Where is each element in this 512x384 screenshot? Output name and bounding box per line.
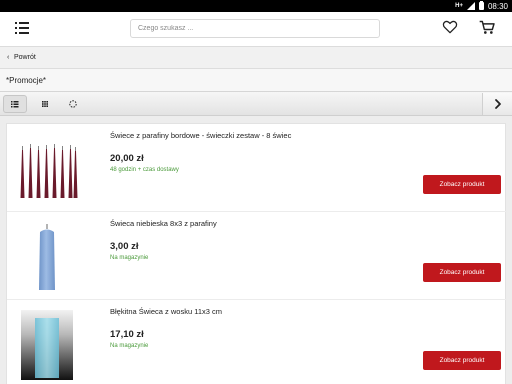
list-view-button[interactable] [3, 95, 27, 113]
cart-icon [479, 20, 495, 34]
network-type: H+ [455, 3, 463, 9]
view-product-button[interactable]: Zobacz produkt [423, 263, 501, 282]
category-header: *Promocje* [0, 69, 512, 91]
product-image [39, 224, 55, 290]
refresh-button[interactable] [61, 95, 85, 113]
list-view-icon [11, 101, 19, 108]
page-title: *Promocje* [6, 76, 47, 85]
next-button[interactable] [482, 93, 512, 115]
heart-icon [442, 20, 458, 34]
chevron-right-icon [495, 99, 501, 109]
product-price: 20,00 zł [110, 153, 144, 164]
view-product-button[interactable]: Zobacz produkt [423, 175, 501, 194]
product-image [21, 310, 73, 380]
back-label: Powrót [14, 54, 36, 61]
grid-view-icon [42, 101, 48, 107]
product-item[interactable]: Błękitna Świeca z wosku 11x3 cm 17,10 zł… [7, 300, 507, 384]
product-availability: 48 godzin + czas dostawy [110, 167, 179, 173]
app-header [0, 12, 512, 47]
product-image [20, 144, 78, 198]
product-name[interactable]: Błękitna Świeca z wosku 11x3 cm [110, 307, 222, 316]
product-item[interactable]: Świece z parafiny bordowe - świeczki zes… [7, 124, 507, 212]
search-input[interactable] [130, 19, 380, 38]
view-product-button[interactable]: Zobacz produkt [423, 351, 501, 370]
menu-button[interactable] [15, 22, 29, 35]
product-item[interactable]: Świeca niebieska 8x3 z parafiny 3,00 zł … [7, 212, 507, 300]
product-price: 17,10 zł [110, 329, 144, 340]
product-availability: Na magazynie [110, 255, 149, 261]
product-price: 3,00 zł [110, 241, 139, 252]
signal-icon [466, 2, 475, 10]
cart-button[interactable] [479, 20, 497, 36]
chevron-left-icon: ‹ [7, 54, 10, 61]
wishlist-button[interactable] [442, 20, 460, 36]
product-list: Świece z parafiny bordowe - świeczki zes… [6, 123, 507, 384]
back-link[interactable]: ‹ Powrót [0, 47, 512, 69]
product-name[interactable]: Świeca niebieska 8x3 z parafiny [110, 219, 217, 228]
product-name[interactable]: Świece z parafiny bordowe - świeczki zes… [110, 131, 291, 140]
product-availability: Na magazynie [110, 343, 149, 349]
status-bar: H+ 08:30 [0, 0, 512, 12]
view-toolbar [0, 91, 512, 116]
status-time: 08:30 [487, 1, 508, 11]
loading-spinner-icon [69, 100, 77, 108]
grid-view-button[interactable] [33, 95, 57, 113]
battery-icon [478, 1, 484, 10]
